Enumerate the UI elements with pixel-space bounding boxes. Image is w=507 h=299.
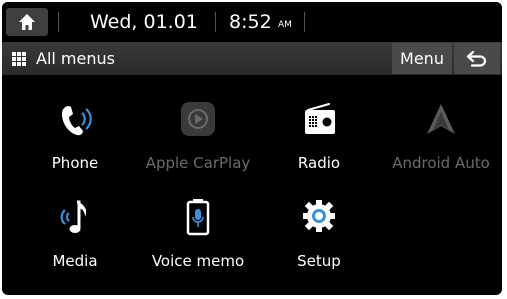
- app-label-apple-carplay: Apple CarPlay: [145, 154, 251, 172]
- divider: [304, 12, 305, 32]
- app-label-radio: Radio: [297, 154, 341, 172]
- status-bar: Wed, 01.01 8:52 AM: [2, 2, 502, 42]
- app-apple-carplay: Apple CarPlay: [138, 100, 258, 190]
- back-arrow-icon: [466, 50, 487, 67]
- app-setup[interactable]: Setup: [259, 198, 379, 288]
- app-label-setup: Setup: [297, 252, 341, 270]
- android-auto-icon: [427, 104, 455, 134]
- gear-icon: [303, 200, 335, 232]
- time-text: 8:52: [229, 11, 272, 33]
- app-label-android-auto: Android Auto: [392, 154, 490, 172]
- page-title: All menus: [36, 49, 115, 68]
- app-label-phone: Phone: [51, 154, 99, 172]
- microphone-icon: [186, 199, 210, 236]
- all-menus-grid-icon: [12, 52, 26, 66]
- home-button[interactable]: [6, 8, 48, 36]
- app-android-auto: Android Auto: [381, 100, 501, 190]
- ampm-text: AM: [278, 20, 292, 30]
- divider: [215, 12, 216, 32]
- app-phone[interactable]: Phone: [15, 100, 135, 190]
- back-button[interactable]: [454, 43, 500, 74]
- screen: Wed, 01.01 8:52 AM All menus Menu Phone: [2, 2, 502, 295]
- app-label-voice-memo: Voice memo: [151, 252, 245, 270]
- divider: [58, 12, 59, 32]
- header-bar: All menus Menu: [2, 42, 502, 75]
- app-radio[interactable]: Radio: [259, 100, 379, 190]
- app-media[interactable]: Media: [15, 198, 135, 288]
- apple-carplay-icon: [181, 102, 215, 136]
- app-voice-memo[interactable]: Voice memo: [138, 198, 258, 288]
- menu-button[interactable]: Menu: [392, 43, 452, 74]
- date-text: Wed, 01.01: [90, 11, 198, 33]
- app-label-media: Media: [52, 252, 98, 270]
- phone-icon: [62, 106, 92, 136]
- music-note-icon: [60, 200, 87, 233]
- home-icon: [19, 14, 35, 30]
- radio-icon: [305, 103, 335, 134]
